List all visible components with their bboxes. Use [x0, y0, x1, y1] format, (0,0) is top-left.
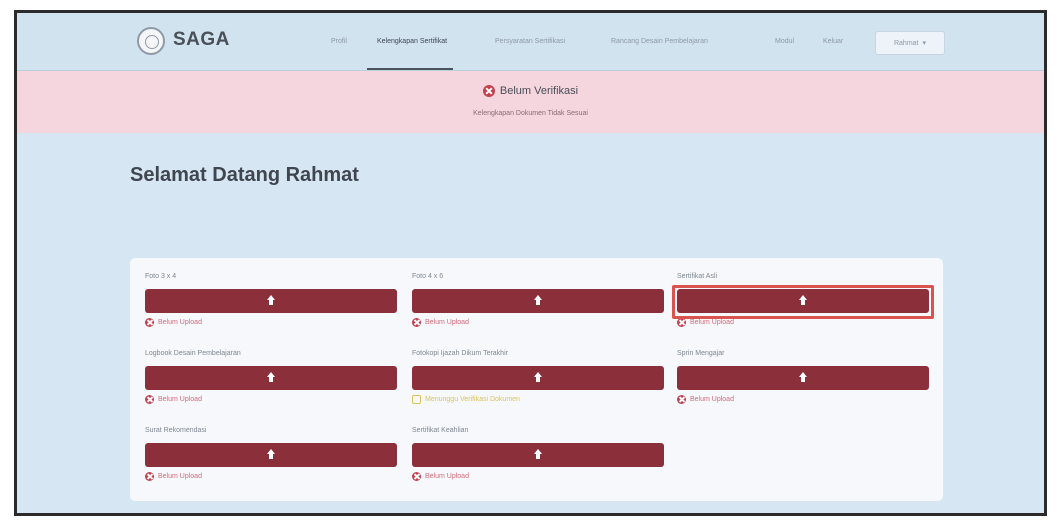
active-tab-indicator	[367, 68, 453, 70]
upload-icon	[533, 449, 543, 461]
x-circle-icon	[412, 472, 421, 481]
x-circle-icon	[145, 395, 154, 404]
document-field-foto-4x6: Foto 4 x 6 Belum Upload	[412, 271, 664, 327]
nav-item-persyaratan-sertifikasi[interactable]: Persyaratan Sertifikasi	[495, 38, 565, 45]
document-label: Foto 4 x 6	[412, 273, 444, 280]
status-badge: Belum Upload	[677, 318, 929, 327]
nav-item-rancang-desain[interactable]: Rancang Desain Pembelajaran	[611, 38, 708, 45]
upload-button[interactable]	[412, 443, 664, 467]
status-text: Belum Upload	[158, 473, 202, 480]
x-circle-icon	[482, 85, 495, 97]
status-badge: Belum Upload	[145, 318, 397, 327]
saga-logo-icon[interactable]	[137, 27, 165, 55]
highlight-box	[672, 285, 934, 319]
document-label: Fotokopi Ijazah Dikum Terakhir	[412, 350, 508, 357]
x-circle-icon	[145, 472, 154, 481]
document-label: Sertifikat Asli	[677, 273, 718, 280]
upload-icon	[533, 295, 543, 307]
status-badge: Belum Upload	[412, 472, 664, 481]
document-field-sertifikat-asli: Sertifikat Asli Belum Upload	[672, 271, 934, 327]
document-label: Sprin Mengajar	[677, 350, 725, 357]
nav-item-profil[interactable]: Profil	[331, 38, 347, 45]
app-window: SAGA Profil Kelengkapan Sertifikat Persy…	[14, 10, 1047, 516]
status-text: Belum Upload	[690, 319, 734, 326]
status-text: Belum Upload	[158, 319, 202, 326]
x-circle-icon	[412, 318, 421, 327]
status-text: Belum Upload	[425, 473, 469, 480]
upload-button[interactable]	[677, 366, 929, 390]
x-circle-icon	[145, 318, 154, 327]
user-menu-button[interactable]: Rahmat ▾	[875, 31, 945, 55]
alert-title-row: Belum Verifikasi	[17, 85, 1044, 97]
document-field-ijazah: Fotokopi Ijazah Dikum Terakhir Menunggu …	[412, 348, 664, 404]
status-text: Belum Upload	[690, 396, 734, 403]
nav-item-modul[interactable]: Modul	[775, 38, 794, 45]
upload-icon	[266, 449, 276, 461]
brand-title[interactable]: SAGA	[173, 29, 230, 51]
nav-item-kelengkapan-sertifikat[interactable]: Kelengkapan Sertifikat	[377, 38, 447, 45]
document-label: Sertifikat Keahlian	[412, 427, 469, 434]
user-name: Rahmat	[893, 39, 919, 47]
upload-icon	[798, 372, 808, 384]
document-field-logbook: Logbook Desain Pembelajaran Belum Upload	[145, 348, 397, 404]
status-text: Belum Upload	[425, 319, 469, 326]
x-circle-icon	[677, 395, 686, 404]
upload-button[interactable]	[145, 289, 397, 313]
document-field-foto-3x4: Foto 3 x 4 Belum Upload	[145, 271, 397, 327]
navbar: SAGA Profil Kelengkapan Sertifikat Persy…	[17, 13, 1044, 71]
nav-item-keluar[interactable]: Keluar	[823, 38, 843, 45]
upload-button[interactable]	[145, 366, 397, 390]
upload-icon	[266, 295, 276, 307]
upload-button[interactable]	[145, 443, 397, 467]
status-badge: Belum Upload	[412, 318, 664, 327]
document-label: Logbook Desain Pembelajaran	[145, 350, 241, 357]
status-badge: Menunggu Verifikasi Dokumen	[412, 395, 664, 404]
document-field-sprin-mengajar: Sprin Mengajar Belum Upload	[677, 348, 929, 404]
clock-icon	[412, 395, 421, 404]
upload-button[interactable]	[412, 289, 664, 313]
document-field-surat-rekomendasi: Surat Rekomendasi Belum Upload	[145, 425, 397, 481]
upload-button[interactable]	[412, 366, 664, 390]
verification-alert: Belum Verifikasi Kelengkapan Dokumen Tid…	[17, 71, 1044, 133]
chevron-down-icon: ▾	[922, 40, 927, 47]
document-label: Foto 3 x 4	[145, 273, 177, 280]
status-badge: Belum Upload	[677, 395, 929, 404]
status-text: Menunggu Verifikasi Dokumen	[425, 396, 520, 403]
document-upload-card: Foto 3 x 4 Belum Upload Foto 4 x 6 Belum…	[130, 258, 943, 501]
upload-icon	[533, 372, 543, 384]
document-field-sertifikat-keahlian: Sertifikat Keahlian Belum Upload	[412, 425, 664, 481]
status-badge: Belum Upload	[145, 472, 397, 481]
upload-icon	[266, 372, 276, 384]
x-circle-icon	[677, 318, 686, 327]
alert-subtitle: Kelengkapan Dokumen Tidak Sesuai	[473, 110, 588, 117]
page-title: Selamat Datang Rahmat	[130, 164, 359, 186]
alert-title: Belum Verifikasi	[499, 85, 579, 97]
status-badge: Belum Upload	[145, 395, 397, 404]
document-label: Surat Rekomendasi	[145, 427, 207, 434]
status-text: Belum Upload	[158, 396, 202, 403]
